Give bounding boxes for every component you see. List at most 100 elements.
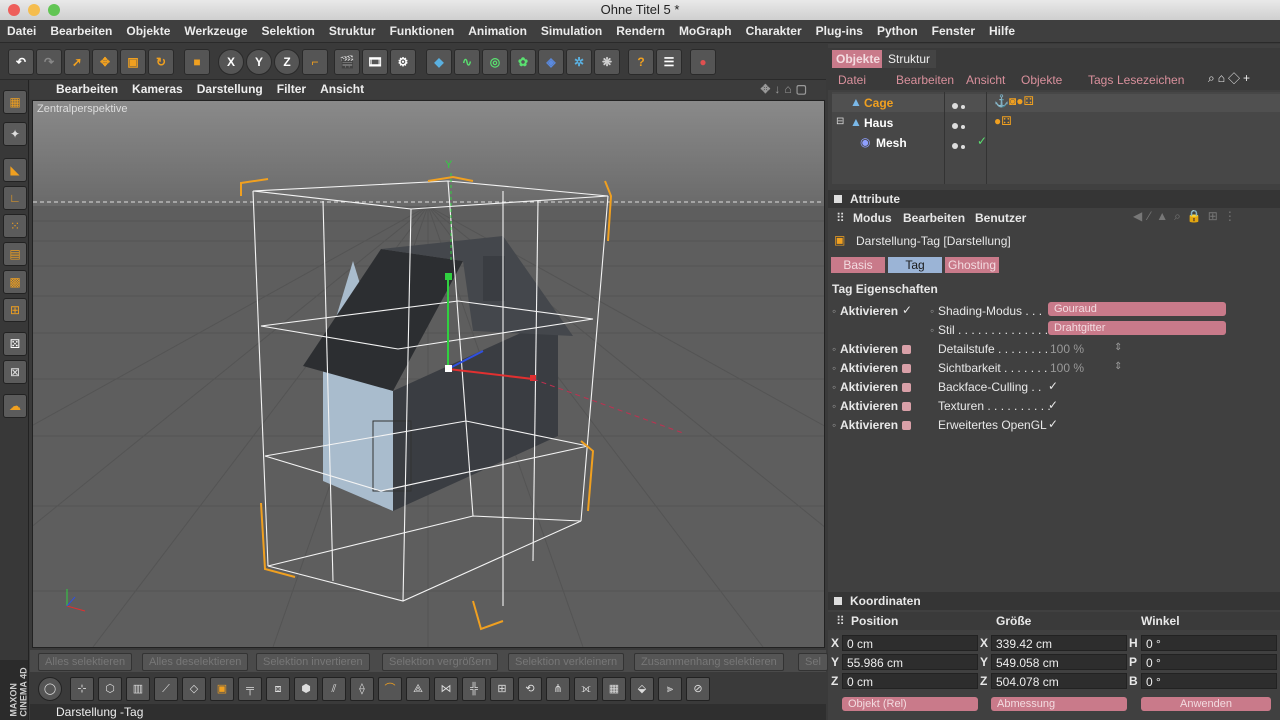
stitch-icon[interactable]: ╬	[462, 677, 486, 701]
size-mode-dropdown[interactable]: Abmessung	[991, 697, 1127, 711]
polygons-mode-icon[interactable]: ▩	[3, 270, 27, 294]
vp-menu-kameras[interactable]: Kameras	[125, 80, 190, 99]
render-settings-icon[interactable]: ⚙	[390, 49, 416, 75]
optimize-icon[interactable]: ⬙	[630, 677, 654, 701]
z-axis-lock-icon[interactable]: Z	[274, 49, 300, 75]
deformer-icon[interactable]: ◈	[538, 49, 564, 75]
backface-checkbox[interactable]: ✓	[1048, 379, 1058, 393]
om-menu-objekte[interactable]: Objekte	[1021, 73, 1062, 87]
extrude-icon[interactable]: ▣	[210, 677, 234, 701]
workplane-icon[interactable]: ◣	[3, 158, 27, 182]
menu-hilfe[interactable]: Hilfe	[982, 20, 1022, 42]
record-icon[interactable]: ●	[690, 49, 716, 75]
visibility-dots[interactable]	[952, 138, 966, 152]
menu-werkzeuge[interactable]: Werkzeuge	[177, 20, 254, 42]
menu-charakter[interactable]: Charakter	[739, 20, 809, 42]
visibility-dots[interactable]	[952, 98, 966, 112]
deselect-all-button[interactable]: Alles deselektieren	[142, 653, 249, 671]
aktivieren-checkbox[interactable]	[902, 402, 911, 411]
opengl-checkbox[interactable]: ✓	[1048, 417, 1058, 431]
angle-p-field[interactable]: 0 °	[1141, 654, 1277, 670]
size-y-field[interactable]: 549.058 cm	[991, 654, 1127, 670]
shrink-selection-button[interactable]: Selektion verkleinern	[508, 653, 625, 671]
om-menu-lesezeichen[interactable]: Lesezeichen	[1117, 73, 1184, 87]
triangulate-icon[interactable]: ⟗	[574, 677, 598, 701]
undo-icon[interactable]: ↶	[8, 49, 34, 75]
coord-mode-dropdown[interactable]: Objekt (Rel)	[842, 697, 978, 711]
model-mode-icon[interactable]: ■	[184, 49, 210, 75]
minimize-window-button[interactable]	[28, 4, 40, 16]
vp-menu-filter[interactable]: Filter	[270, 80, 313, 99]
environment-icon[interactable]: ❋	[594, 49, 620, 75]
tab-objekte[interactable]: Objekte	[832, 50, 885, 68]
detail-level-field[interactable]: 100 %	[1050, 342, 1084, 356]
object-name[interactable]: Mesh	[876, 136, 907, 150]
mirror-icon[interactable]: ⟁	[406, 677, 430, 701]
move-tool-icon[interactable]: ✥	[92, 49, 118, 75]
spline-icon[interactable]: ∿	[454, 49, 480, 75]
tab-tag[interactable]: Tag	[888, 257, 942, 273]
angle-h-field[interactable]: 0 °	[1141, 635, 1277, 651]
camera-icon[interactable]: ?	[628, 49, 654, 75]
scene-icon[interactable]: ✲	[566, 49, 592, 75]
close-window-button[interactable]	[8, 4, 20, 16]
zoom-window-button[interactable]	[48, 4, 60, 16]
aktivieren-checkbox[interactable]	[902, 421, 911, 430]
om-menu-ansicht[interactable]: Ansicht	[966, 73, 1005, 87]
position-y-field[interactable]: 55.986 cm	[842, 654, 978, 670]
untriangulate-icon[interactable]: ▦	[602, 677, 626, 701]
set-point-value-icon[interactable]: ⊞	[490, 677, 514, 701]
nurbs-icon[interactable]: ◎	[482, 49, 508, 75]
shading-mode-dropdown[interactable]: Gouraud	[1048, 302, 1226, 316]
attr-menu-bearbeiten[interactable]: Bearbeiten	[903, 211, 965, 225]
menu-animation[interactable]: Animation	[461, 20, 534, 42]
list-item[interactable]: ▲ Cage ⚓◙●⚃	[832, 94, 1280, 112]
angle-b-field[interactable]: 0 °	[1141, 673, 1277, 689]
vp-menu-bearbeiten[interactable]: Bearbeiten	[30, 80, 125, 99]
magnet-icon[interactable]: ⌒	[378, 677, 402, 701]
size-x-field[interactable]: 339.42 cm	[991, 635, 1127, 651]
tab-basis[interactable]: Basis	[831, 257, 885, 273]
visibility-field[interactable]: 100 %	[1050, 361, 1084, 375]
vp-menu-ansicht[interactable]: Ansicht	[313, 80, 371, 99]
rotate-tool-icon[interactable]: ↻	[148, 49, 174, 75]
size-z-field[interactable]: 504.078 cm	[991, 673, 1127, 689]
vp-menu-darstellung[interactable]: Darstellung	[190, 80, 270, 99]
attr-nav-icons[interactable]: ◀⁄▲⌕🔒⊞⋮	[1133, 209, 1242, 224]
bridge-icon[interactable]: ◇	[182, 677, 206, 701]
matrix-extrude-icon[interactable]: ⬢	[294, 677, 318, 701]
light-icon[interactable]: ☰	[656, 49, 682, 75]
menu-objekte[interactable]: Objekte	[119, 20, 177, 42]
tag-icons[interactable]: ⚓◙●⚃	[994, 94, 1034, 108]
textures-checkbox[interactable]: ✓	[1048, 398, 1058, 412]
3d-viewport[interactable]: Zentralperspektive Y	[32, 100, 825, 648]
outline-selection-icon[interactable]: ▥	[126, 677, 150, 701]
tab-struktur[interactable]: Struktur	[882, 50, 937, 68]
menu-bearbeiten[interactable]: Bearbeiten	[43, 20, 119, 42]
snap-icon[interactable]: ⚄	[3, 332, 27, 356]
list-item[interactable]: ⊟ ▲ Haus ●⚃	[832, 114, 1280, 132]
select-all-button[interactable]: Alles selektieren	[38, 653, 133, 671]
brush-icon[interactable]: ⫸	[658, 677, 682, 701]
attr-menu-benutzer[interactable]: Benutzer	[975, 211, 1026, 225]
x-axis-lock-icon[interactable]: X	[218, 49, 244, 75]
align-normals-icon[interactable]: ⊘	[686, 677, 710, 701]
object-name[interactable]: Haus	[864, 116, 893, 130]
menu-mograph[interactable]: MoGraph	[672, 20, 739, 42]
texture-icon[interactable]: ✦	[3, 122, 27, 146]
points-mode-icon[interactable]: ⁙	[3, 214, 27, 238]
uv-mode-icon[interactable]: ⊞	[3, 298, 27, 322]
viewport-nav-icons[interactable]: ✥↓⌂▢	[753, 80, 818, 99]
menu-selektion[interactable]: Selektion	[255, 20, 322, 42]
menu-datei[interactable]: Datei	[0, 20, 43, 42]
slide-icon[interactable]: ⋈	[434, 677, 458, 701]
aktivieren-checkbox[interactable]: ✓	[902, 303, 912, 317]
menu-simulation[interactable]: Simulation	[534, 20, 609, 42]
subdivide-icon[interactable]: ⋔	[546, 677, 570, 701]
attr-menu-modus[interactable]: Modus	[853, 211, 892, 225]
om-menu-bearbeiten[interactable]: Bearbeiten	[896, 73, 954, 87]
cube-icon[interactable]: ◆	[426, 49, 452, 75]
y-axis-lock-icon[interactable]: Y	[246, 49, 272, 75]
menu-struktur[interactable]: Struktur	[322, 20, 383, 42]
apply-button[interactable]: Anwenden	[1141, 697, 1271, 711]
